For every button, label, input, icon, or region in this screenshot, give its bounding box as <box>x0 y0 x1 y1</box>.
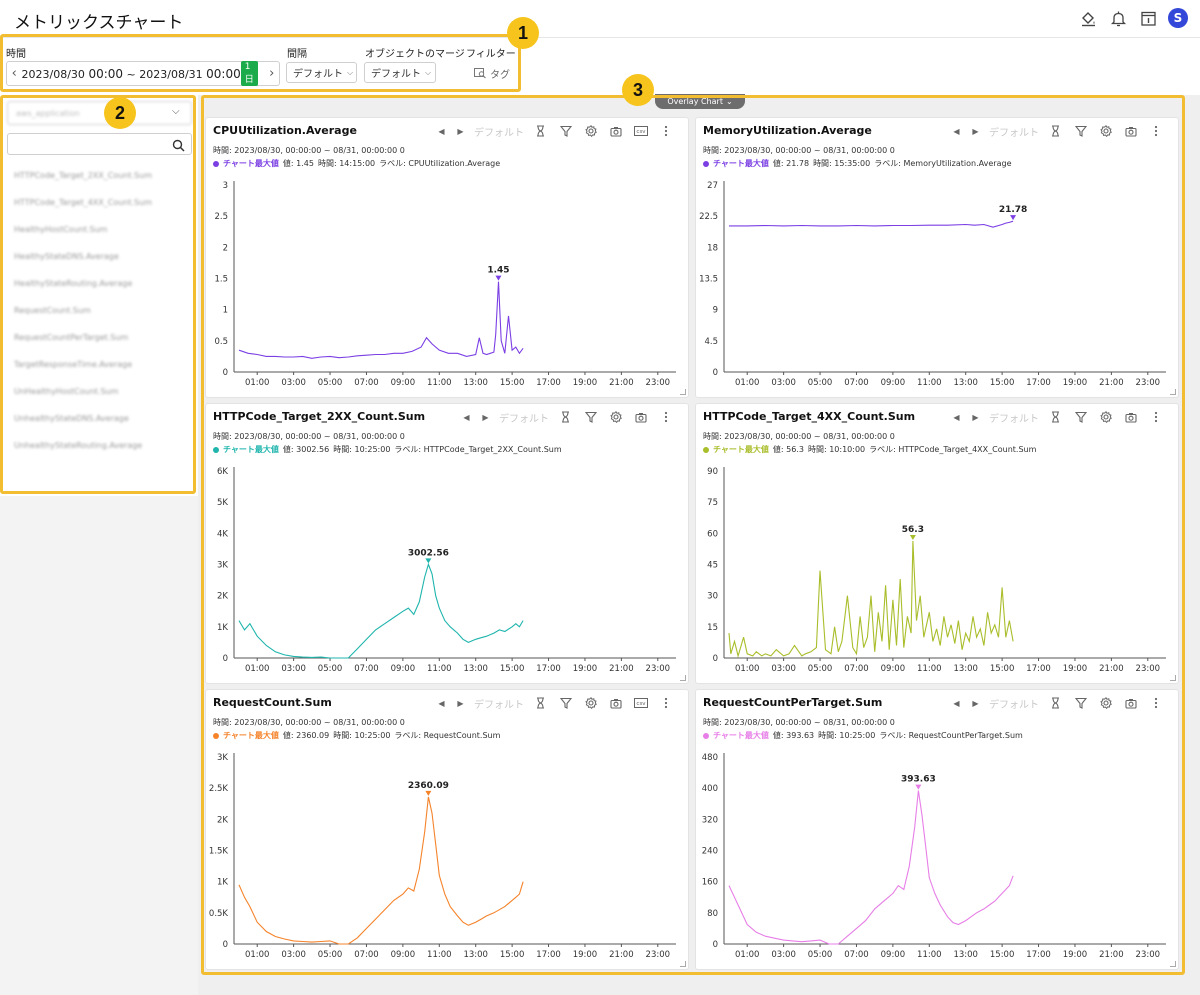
info-panel-icon[interactable] <box>1138 8 1158 28</box>
user-avatar[interactable]: S <box>1168 8 1188 28</box>
callout-box-3 <box>201 95 1185 975</box>
callout-badge-2: 2 <box>104 97 136 129</box>
callout-box-1 <box>0 34 521 92</box>
callout-badge-1: 1 <box>507 17 539 49</box>
paint-bucket-icon[interactable] <box>1078 8 1098 28</box>
left-panel-background <box>0 496 198 995</box>
app-title: メトリックスチャート <box>14 13 184 33</box>
bell-icon[interactable] <box>1108 8 1128 28</box>
callout-box-2 <box>0 95 196 494</box>
top-toolbar: S <box>1078 8 1188 28</box>
callout-badge-3: 3 <box>622 74 654 106</box>
title-bar: メトリックスチャート S <box>0 0 1200 38</box>
